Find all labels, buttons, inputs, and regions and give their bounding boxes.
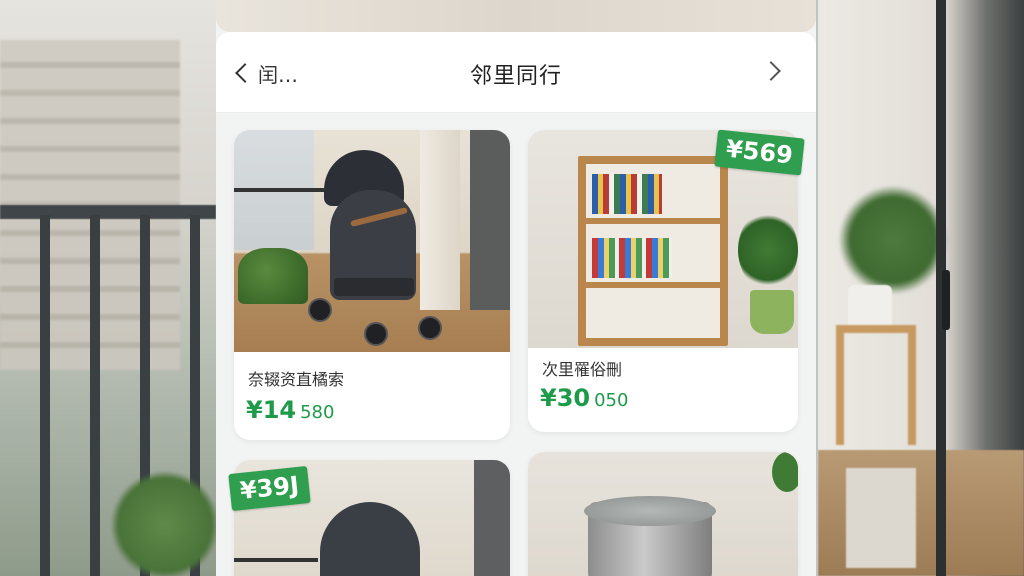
listing-card[interactable] — [528, 452, 798, 576]
listing-title: 奈辍资直橘索 — [248, 370, 345, 389]
phone-screen: 闰… 邻里同行 奈辍资直橘索 ¥14 580 次里罹俗刪 ¥30 050 ¥56… — [216, 0, 816, 576]
nav-bar: 闰… 邻里同行 — [216, 32, 816, 113]
listing-photo[interactable] — [528, 452, 798, 576]
background-pot — [848, 285, 892, 329]
background-balcony-left — [0, 0, 216, 576]
stroller-wheel — [418, 316, 442, 340]
background-railing — [0, 205, 216, 219]
price-sub: 580 — [300, 402, 335, 423]
listing-card[interactable]: 奈辍资直橘索 ¥14 580 — [234, 130, 510, 440]
price-sub: 050 — [594, 390, 629, 411]
listing-photo[interactable] — [234, 130, 510, 352]
background-plant — [838, 185, 948, 295]
price-main: ¥14 — [246, 396, 297, 424]
background-door-handle — [942, 270, 950, 330]
listing-price: ¥30 050 — [540, 384, 628, 412]
stroller-basket — [334, 278, 414, 296]
bookshelf-shelf — [586, 282, 720, 288]
top-image-strip — [216, 0, 816, 32]
background-rug — [846, 468, 916, 568]
photo-curtain — [420, 130, 460, 310]
stroller-wheel — [364, 322, 388, 346]
photo-pot-lid — [584, 496, 716, 526]
photo-plant — [772, 452, 798, 492]
background-stool — [836, 325, 916, 445]
stroller-canopy — [320, 502, 420, 576]
page-title: 邻里同行 — [469, 64, 562, 89]
stroller-wheel — [308, 298, 332, 322]
listing-price: ¥14 580 — [246, 396, 334, 424]
bookshelf-books — [592, 238, 672, 278]
background-railing-bar — [90, 215, 100, 576]
photo-plant — [738, 210, 798, 290]
photo-railing — [234, 558, 318, 562]
photo-door — [474, 460, 510, 576]
listing-title: 次里罹俗刪 — [542, 360, 623, 379]
photo-railing — [234, 188, 324, 192]
background-room-right — [818, 0, 1024, 576]
price-main: ¥30 — [540, 384, 591, 412]
background-plant — [110, 470, 216, 576]
bookshelf-books — [592, 174, 662, 214]
background-railing-bar — [40, 215, 50, 576]
bookshelf-shelf — [586, 218, 720, 224]
photo-door — [470, 130, 510, 310]
photo-plants — [238, 248, 308, 304]
listing-card[interactable]: 次里罹俗刪 ¥30 050 — [528, 130, 798, 432]
photo-pot — [750, 290, 794, 334]
